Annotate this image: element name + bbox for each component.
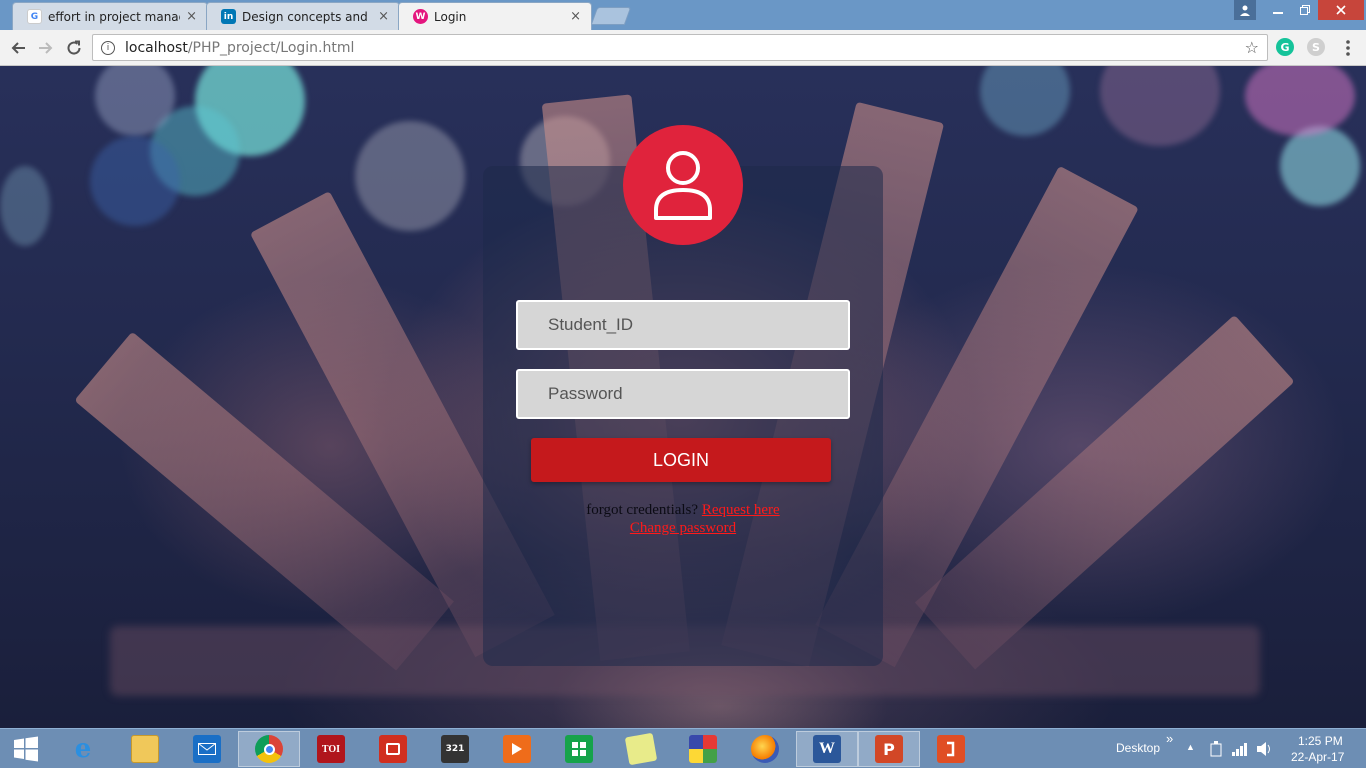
office-icon[interactable]: [920, 731, 982, 767]
clock-date[interactable]: 22-Apr-17: [1291, 750, 1344, 764]
avatar: [623, 125, 743, 245]
tab-title: Design concepts and prin: [242, 9, 372, 24]
address-bar[interactable]: i localhost/PHP_project/Login.html ☆: [92, 34, 1268, 61]
bokeh-light: [1245, 66, 1355, 136]
bookmark-star-icon[interactable]: ☆: [1245, 38, 1259, 57]
chrome-icon[interactable]: [238, 731, 300, 767]
toolbar-chevron-icon[interactable]: »: [1166, 731, 1173, 746]
bokeh-light: [980, 66, 1070, 136]
browser-titlebar: G effort in project managem × in Design …: [0, 0, 1366, 30]
info-icon[interactable]: i: [101, 40, 115, 55]
browser-toolbar: i localhost/PHP_project/Login.html ☆ G S: [0, 30, 1366, 66]
menu-icon[interactable]: [1336, 36, 1360, 60]
power-icon[interactable]: [1208, 741, 1224, 757]
request-here-link[interactable]: Request here: [702, 502, 780, 518]
close-tab-icon[interactable]: ×: [570, 9, 581, 24]
url-host: localhost: [125, 39, 188, 56]
password-placeholder: Password: [548, 384, 623, 403]
bokeh-light: [0, 166, 50, 246]
browser-tab-1[interactable]: G effort in project managem ×: [12, 2, 208, 30]
close-tab-icon[interactable]: ×: [186, 9, 197, 24]
forgot-credentials-text: forgot credentials?: [586, 502, 699, 518]
media-player-classic-icon[interactable]: 321: [424, 731, 486, 767]
desktop-toolbar-label[interactable]: Desktop: [1116, 741, 1160, 755]
explorer-icon[interactable]: [114, 731, 176, 767]
grammarly-icon[interactable]: G: [1276, 38, 1294, 56]
forward-icon[interactable]: [34, 36, 58, 60]
paint-icon[interactable]: [672, 731, 734, 767]
close-tab-icon[interactable]: ×: [378, 9, 389, 24]
sticky-notes-icon[interactable]: [610, 731, 672, 767]
word-icon[interactable]: W: [796, 731, 858, 767]
user-icon: [654, 151, 712, 220]
start-icon[interactable]: [0, 731, 52, 767]
video-player-icon[interactable]: [486, 731, 548, 767]
tab-title: effort in project managem: [48, 9, 180, 24]
toi-icon[interactable]: TOI: [300, 731, 362, 767]
minimize-icon[interactable]: [1264, 0, 1292, 20]
bokeh-light: [1100, 66, 1220, 146]
firefox-icon[interactable]: [734, 731, 796, 767]
ie-icon[interactable]: e: [52, 731, 114, 767]
student-id-input[interactable]: Student_ID: [516, 300, 850, 350]
password-input[interactable]: Password: [516, 369, 850, 419]
acrobat-icon[interactable]: [362, 731, 424, 767]
network-icon[interactable]: [1232, 741, 1248, 757]
bokeh-light: [90, 136, 180, 226]
student-id-placeholder: Student_ID: [548, 315, 634, 334]
reload-icon[interactable]: [62, 36, 86, 60]
profile-icon[interactable]: [1234, 0, 1256, 20]
close-window-icon[interactable]: [1318, 0, 1364, 20]
restore-icon[interactable]: [1292, 0, 1318, 20]
bokeh-light: [1280, 126, 1360, 206]
google-icon: G: [27, 9, 42, 24]
browser-tab-2[interactable]: in Design concepts and prin ×: [206, 2, 400, 30]
site-icon: W: [413, 9, 428, 24]
new-tab-button[interactable]: [590, 7, 632, 25]
credential-links: forgot credentials? Request here Change …: [483, 501, 883, 537]
linkedin-icon: in: [221, 9, 236, 24]
windows-taskbar: e TOI 321 W P Desktop » ▲ 1:25 PM 22-Apr…: [0, 728, 1366, 768]
bokeh-light: [355, 121, 465, 231]
skype-icon[interactable]: S: [1307, 38, 1325, 56]
back-icon[interactable]: [6, 36, 30, 60]
login-button[interactable]: LOGIN: [531, 438, 831, 482]
store-icon[interactable]: [548, 731, 610, 767]
change-password-link[interactable]: Change password: [630, 520, 736, 536]
volume-icon[interactable]: [1256, 741, 1272, 757]
powerpoint-icon[interactable]: P: [858, 731, 920, 767]
mail-icon[interactable]: [176, 731, 238, 767]
url-path: /PHP_project/Login.html: [187, 39, 355, 56]
clock-time[interactable]: 1:25 PM: [1298, 734, 1343, 748]
tab-title: Login: [434, 9, 467, 24]
show-hidden-icons-icon[interactable]: ▲: [1186, 742, 1195, 752]
browser-tab-3[interactable]: W Login ×: [398, 2, 592, 30]
